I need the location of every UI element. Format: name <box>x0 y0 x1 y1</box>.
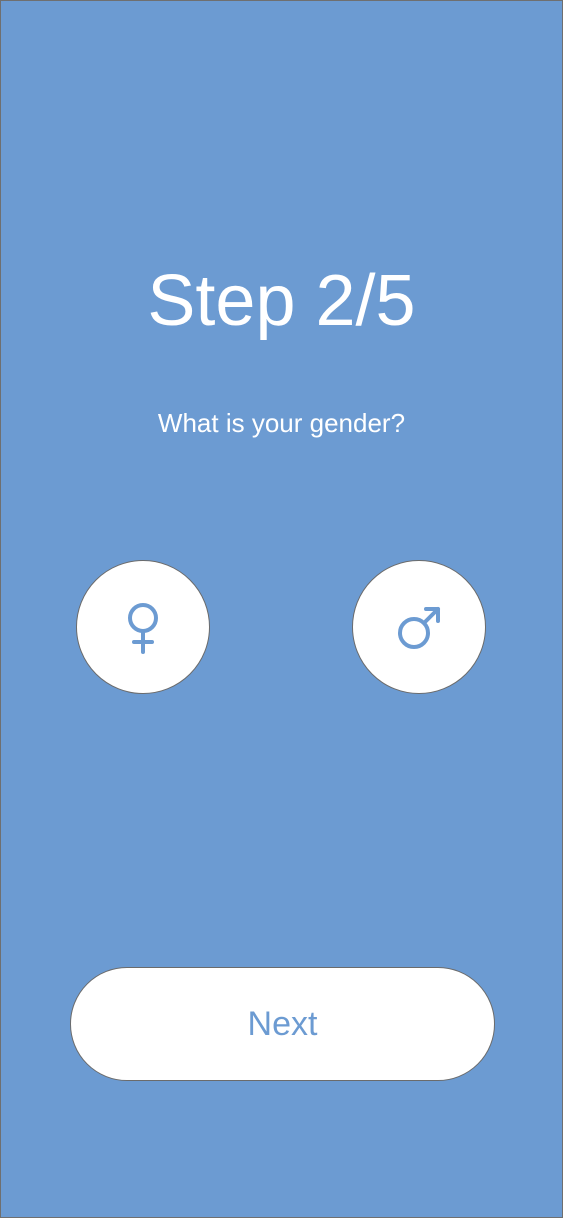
next-button[interactable]: Next <box>70 967 495 1081</box>
male-symbol-icon <box>398 607 440 649</box>
step-title: Step 2/5 <box>147 261 416 341</box>
female-symbol-icon <box>128 603 158 654</box>
female-option-button[interactable] <box>76 560 210 694</box>
next-button-label: Next <box>247 1005 318 1043</box>
gender-question: What is your gender? <box>157 408 406 438</box>
male-option-button[interactable] <box>352 560 486 694</box>
onboarding-screen: Step 2/5 What is your gender? Next <box>0 0 563 1218</box>
